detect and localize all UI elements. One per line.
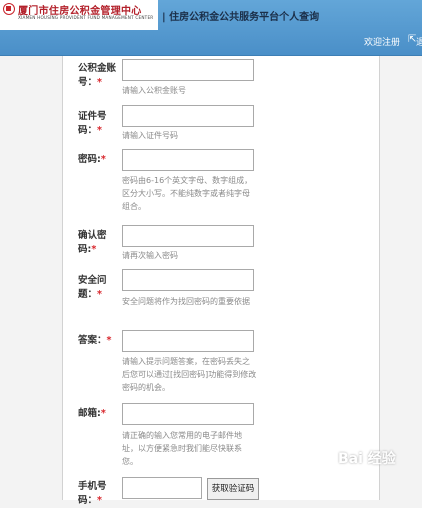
security-question-label: 安全问题：* <box>78 275 107 300</box>
logo-emblem-icon <box>3 3 15 15</box>
confirm-password-input[interactable] <box>122 225 254 247</box>
account-hint: 请输入公积金账号 <box>122 86 186 95</box>
confirm-password-label: 确认密码:* <box>78 230 107 255</box>
account-label: 公积金账号：* <box>78 63 117 88</box>
password-hint: 密码由6-16个英文字母、数字组成，区分大小写。不能纯数字或者纯字母组合。 <box>122 176 253 211</box>
password-input[interactable] <box>122 149 254 171</box>
logo-english-name: XIAMEN HOUSING PROVIDENT FUND MANAGEMENT… <box>18 15 154 20</box>
id-number-hint: 请输入证件号码 <box>122 131 178 140</box>
mobile-label: 手机号码：* <box>78 481 107 506</box>
watermark: Bai 经验 <box>338 451 396 467</box>
email-hint: 请正确的输入您常用的电子邮件地址，以方便紧急时我们能尽快联系您。 <box>122 431 242 466</box>
answer-label: 答案：* <box>78 335 112 346</box>
welcome-register-link[interactable]: 欢迎注册 <box>364 35 400 48</box>
id-number-input[interactable] <box>122 105 254 127</box>
answer-hint: 请输入提示问题答案，在密码丢失之后您可以通过[找回密码]功能得到修改密码的机会。 <box>122 357 257 392</box>
mobile-input[interactable] <box>122 477 202 499</box>
email-label: 邮箱:* <box>78 408 106 419</box>
get-verification-code-button[interactable]: 获取验证码 <box>207 478 259 500</box>
confirm-password-hint: 请再次输入密码 <box>122 251 178 260</box>
id-number-label: 证件号码：* <box>78 111 107 136</box>
email-input[interactable] <box>122 403 254 425</box>
password-label: 密码:* <box>78 154 106 165</box>
account-input[interactable] <box>122 59 254 81</box>
answer-input[interactable] <box>122 330 254 352</box>
page-title: | 住房公积金公共服务平台个人查询 <box>162 12 320 23</box>
exit-link[interactable]: 退 <box>416 35 422 48</box>
logo: 厦门市住房公积金管理中心 XIAMEN HOUSING PROVIDENT FU… <box>0 0 158 30</box>
security-question-hint: 安全问题将作为找回密码的重要依据 <box>122 297 250 306</box>
security-question-input[interactable] <box>122 269 254 291</box>
site-header: 厦门市住房公积金管理中心 XIAMEN HOUSING PROVIDENT FU… <box>0 0 422 56</box>
